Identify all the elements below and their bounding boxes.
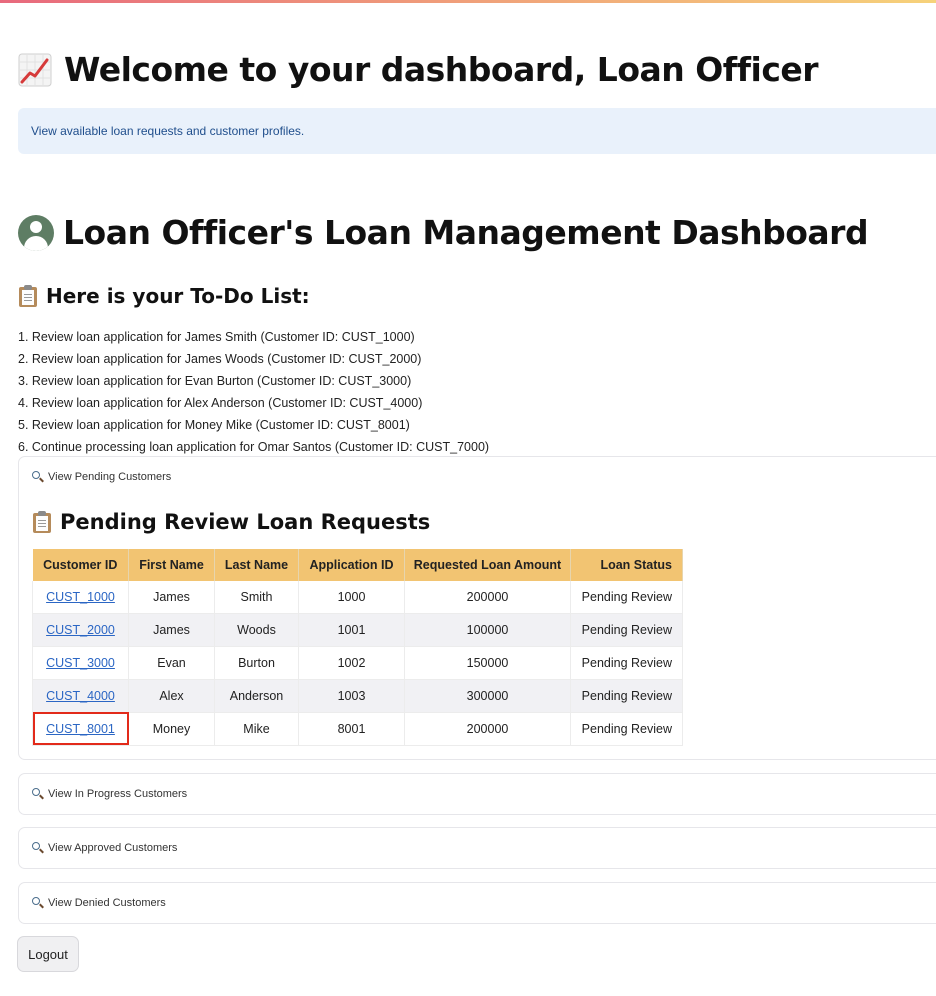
customer-id-cell: CUST_4000 <box>32 679 129 713</box>
customer-id-cell: CUST_8001 <box>32 712 129 746</box>
loan-status-cell: Pending Review <box>570 581 683 614</box>
customer-link[interactable]: CUST_2000 <box>46 623 115 637</box>
table-header-row: Customer ID First Name Last Name Applica… <box>32 549 683 581</box>
magnifier-icon <box>32 897 44 909</box>
first-name-cell: James <box>128 613 215 647</box>
denied-customers-toggle[interactable]: View Denied Customers <box>19 883 936 923</box>
loan-amount-cell: 300000 <box>404 679 571 713</box>
pending-section-title: Pending Review Loan Requests <box>32 510 430 534</box>
todo-heading: Here is your To-Do List: <box>18 284 310 308</box>
table-row: CUST_1000 James Smith 1000 200000 Pendin… <box>32 581 683 614</box>
in-progress-customers-toggle[interactable]: View In Progress Customers <box>19 774 936 814</box>
pending-section-title-text: Pending Review Loan Requests <box>60 510 431 534</box>
first-name-cell: Money <box>128 712 215 746</box>
user-avatar-icon <box>18 214 54 251</box>
expander-label: View Pending Customers <box>48 471 172 483</box>
loan-status-cell: Pending Review <box>570 646 683 680</box>
first-name-cell: Evan <box>128 646 215 680</box>
loan-status-cell: Pending Review <box>570 679 683 713</box>
column-header[interactable]: Customer ID <box>32 549 129 581</box>
customer-id-cell: CUST_2000 <box>32 613 129 647</box>
table-row: CUST_8001 Money Mike 8001 200000 Pending… <box>32 712 683 746</box>
first-name-cell: James <box>128 581 215 614</box>
last-name-cell: Anderson <box>214 679 299 713</box>
dashboard-title-text: Loan Officer's Loan Management Dashboard <box>63 213 869 252</box>
page-title-text: Welcome to your dashboard, Loan Officer <box>64 50 819 89</box>
todo-item: 4. Review loan application for Alex Ande… <box>18 396 423 410</box>
application-id-cell: 1001 <box>298 613 405 647</box>
todo-item: 3. Review loan application for Evan Burt… <box>18 374 412 388</box>
last-name-cell: Burton <box>214 646 299 680</box>
expander-label: View In Progress Customers <box>48 788 188 800</box>
customer-id-cell: CUST_1000 <box>32 581 129 614</box>
loan-status-cell: Pending Review <box>570 613 683 647</box>
customer-link[interactable]: CUST_3000 <box>46 656 115 670</box>
pending-loans-table: Customer ID First Name Last Name Applica… <box>32 549 683 746</box>
column-header[interactable]: Last Name <box>214 549 299 581</box>
info-banner-text: View available loan requests and custome… <box>31 124 305 138</box>
magnifier-icon <box>32 471 44 483</box>
last-name-cell: Smith <box>214 581 299 614</box>
clipboard-icon <box>18 285 38 307</box>
customer-id-cell: CUST_3000 <box>32 646 129 680</box>
todo-item: 5. Review loan application for Money Mik… <box>18 418 410 432</box>
last-name-cell: Woods <box>214 613 299 647</box>
magnifier-icon <box>32 788 44 800</box>
loan-amount-cell: 200000 <box>404 581 571 614</box>
column-header[interactable]: Requested Loan Amount <box>404 549 571 581</box>
loan-amount-cell: 150000 <box>404 646 571 680</box>
customer-link[interactable]: CUST_4000 <box>46 689 115 703</box>
loan-status-cell: Pending Review <box>570 712 683 746</box>
column-header[interactable]: First Name <box>128 549 215 581</box>
denied-customers-expander: View Denied Customers <box>18 882 936 924</box>
page-title: Welcome to your dashboard, Loan Officer <box>18 50 819 89</box>
magnifier-icon <box>32 842 44 854</box>
clipboard-icon <box>32 511 52 533</box>
approved-customers-toggle[interactable]: View Approved Customers <box>19 828 936 868</box>
todo-heading-text: Here is your To-Do List: <box>46 284 310 308</box>
loan-amount-cell: 200000 <box>404 712 571 746</box>
column-header[interactable]: Application ID <box>298 549 405 581</box>
top-gradient-bar <box>0 0 936 3</box>
customer-link[interactable]: CUST_1000 <box>46 590 115 604</box>
table-row: CUST_2000 James Woods 1001 100000 Pendin… <box>32 613 683 647</box>
todo-item: 6. Continue processing loan application … <box>18 440 490 454</box>
in-progress-customers-expander: View In Progress Customers <box>18 773 936 815</box>
pending-customers-toggle[interactable]: View Pending Customers <box>19 457 936 497</box>
last-name-cell: Mike <box>214 712 299 746</box>
info-banner: View available loan requests and custome… <box>18 108 936 154</box>
todo-item: 1. Review loan application for James Smi… <box>18 330 415 344</box>
application-id-cell: 1003 <box>298 679 405 713</box>
expander-label: View Denied Customers <box>48 897 166 909</box>
todo-list: 1. Review loan application for James Smi… <box>18 326 489 458</box>
application-id-cell: 8001 <box>298 712 405 746</box>
pending-customers-expander: View Pending Customers Pending Review Lo… <box>18 456 936 760</box>
table-row: CUST_3000 Evan Burton 1002 150000 Pendin… <box>32 646 683 680</box>
todo-item: 2. Review loan application for James Woo… <box>18 352 422 366</box>
table-row: CUST_4000 Alex Anderson 1003 300000 Pend… <box>32 679 683 713</box>
chart-increasing-icon <box>18 53 52 86</box>
column-header[interactable]: Loan Status <box>570 549 683 581</box>
dashboard-title: Loan Officer's Loan Management Dashboard <box>18 213 869 252</box>
expander-label: View Approved Customers <box>48 842 178 854</box>
application-id-cell: 1000 <box>298 581 405 614</box>
logout-button[interactable]: Logout <box>17 936 79 972</box>
application-id-cell: 1002 <box>298 646 405 680</box>
first-name-cell: Alex <box>128 679 215 713</box>
approved-customers-expander: View Approved Customers <box>18 827 936 869</box>
customer-link[interactable]: CUST_8001 <box>46 722 115 736</box>
loan-amount-cell: 100000 <box>404 613 571 647</box>
